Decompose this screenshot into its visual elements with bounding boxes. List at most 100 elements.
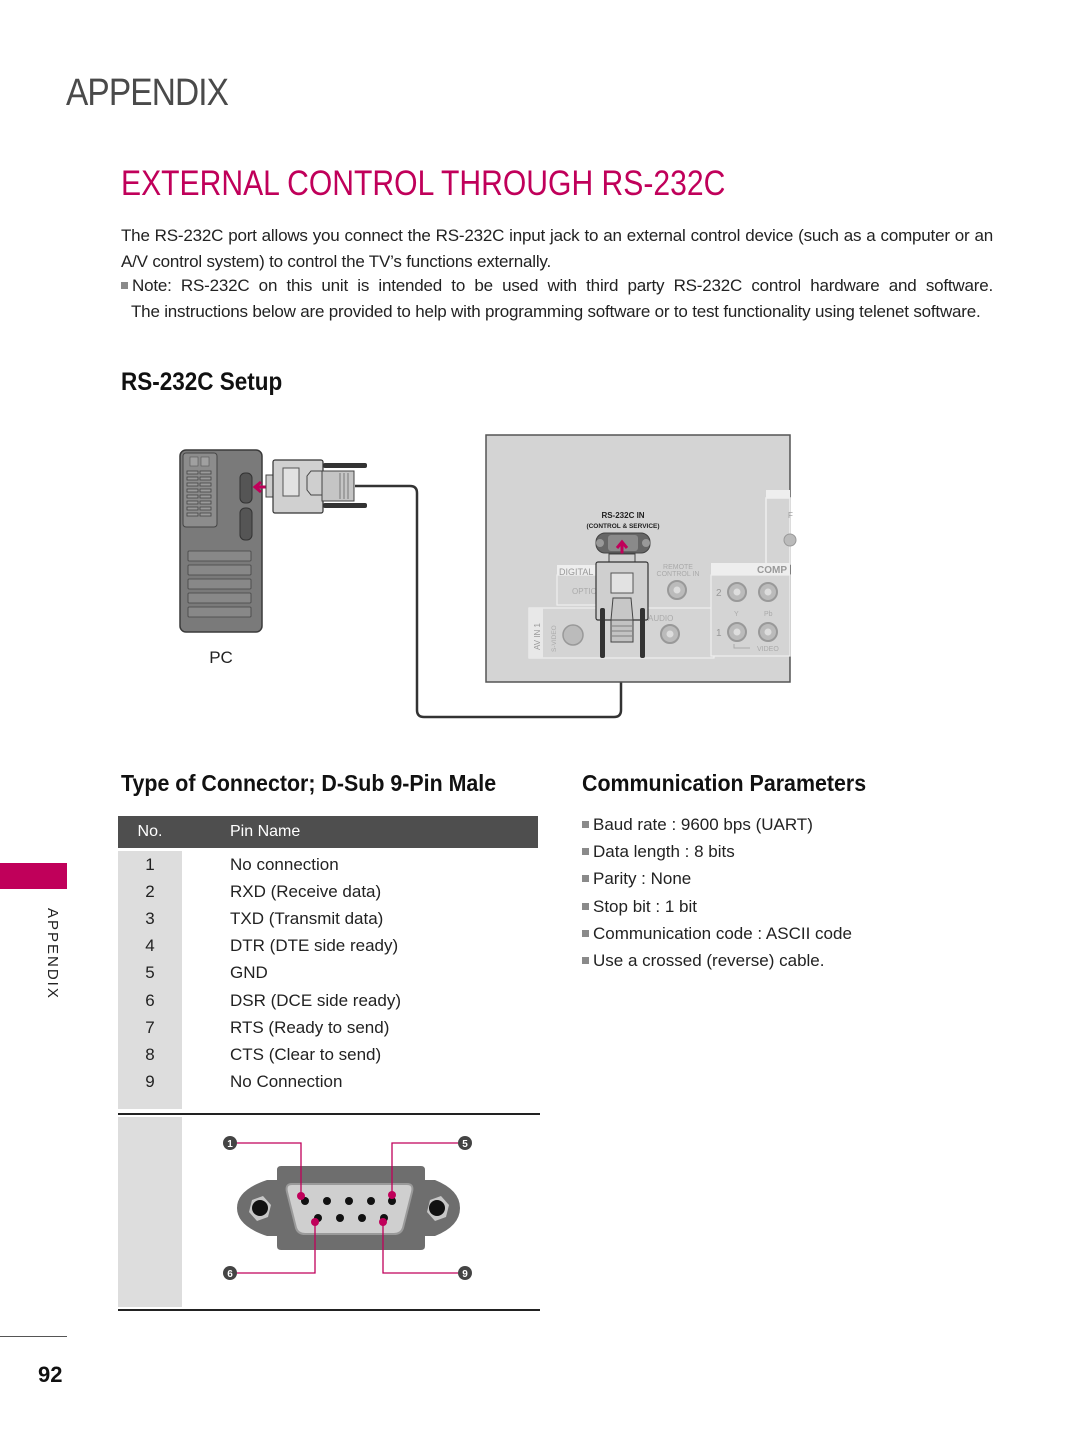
- bullet-square-icon: [582, 875, 589, 883]
- list-item: Use a crossed (reverse) cable.: [582, 947, 852, 974]
- note-text: Note: RS-232C on this unit is intended t…: [132, 276, 993, 295]
- table-body: 1 No connection 2 RXD (Receive data) 3 TXD …: [118, 851, 538, 1109]
- screw-hole-icon: [429, 1200, 445, 1216]
- callout-badge-9: 9: [458, 1266, 472, 1280]
- callout-number: 5: [462, 1139, 468, 1150]
- table-header: No. Pin Name: [118, 816, 538, 848]
- param-text: Baud rate : 9600 bps (UART): [593, 815, 813, 834]
- table-divider: [118, 1113, 540, 1115]
- callout-badge-1: 1: [223, 1136, 237, 1150]
- table-row: 8 CTS (Clear to send): [118, 1041, 538, 1068]
- connector-diagram-row: 1 5 6 9: [118, 1117, 540, 1307]
- remote-sublabel: CONTROL IN: [657, 571, 700, 578]
- note-block: Note: RS-232C on this unit is intended t…: [121, 273, 993, 325]
- pc-label: PC: [209, 648, 233, 667]
- digital-label: DIGITAL: [559, 567, 593, 577]
- callout-badge-6: 6: [223, 1266, 237, 1280]
- table-row: 7 RTS (Ready to send): [118, 1014, 538, 1041]
- note-line-2: The instructions below are provided to h…: [131, 302, 981, 321]
- pb-label: Pb: [764, 611, 773, 618]
- param-text: Parity : None: [593, 869, 692, 889]
- bullet-square-icon: [582, 902, 589, 910]
- bullet-square-icon: [582, 821, 589, 828]
- pin-4: [367, 1197, 375, 1205]
- video-label: VIDEO: [757, 646, 779, 653]
- input-2-label: 2: [716, 588, 722, 599]
- pin-number: 6: [145, 990, 155, 1010]
- list-item: Baud rate : 9600 bps (UART): [582, 811, 852, 838]
- list-item: Communication code : ASCII code: [582, 920, 852, 947]
- param-text: Data length : 8 bits: [593, 842, 735, 862]
- communication-parameters-list: Baud rate : 9600 bps (UART) Data length …: [582, 811, 852, 974]
- intro-paragraph: The RS-232C port allows you connect the …: [121, 226, 993, 271]
- pin-7: [336, 1214, 344, 1222]
- pin-name: CTS (Clear to send): [230, 1044, 382, 1064]
- input-1-label: 1: [716, 628, 722, 639]
- page-number: 92: [38, 1362, 63, 1387]
- pin-number: 2: [145, 881, 155, 901]
- table-row: 3 TXD (Transmit data): [118, 905, 538, 932]
- pin-number: 7: [145, 1017, 155, 1037]
- remote-label: REMOTE: [663, 564, 693, 571]
- s-video-label: S-VIDEO: [551, 625, 558, 652]
- audio-label: AUDIO: [648, 614, 673, 623]
- column-header-pin-name: Pin Name: [230, 823, 301, 840]
- callout-badge-5: 5: [458, 1136, 472, 1150]
- param-text: Use a crossed (reverse) cable.: [593, 950, 825, 970]
- pin-name: RXD (Receive data): [230, 881, 382, 901]
- list-item: Stop bit : 1 bit: [582, 893, 852, 920]
- param-text: Communication code : ASCII code: [593, 923, 852, 943]
- table-bottom-rule: [118, 1309, 540, 1311]
- pin-number: 5: [145, 963, 155, 983]
- bullet-square-icon: [121, 282, 128, 289]
- table-row: 6 DSR (DCE side ready): [118, 987, 538, 1014]
- bullet-square-icon: [582, 956, 589, 964]
- pc-tower-icon: [179, 449, 263, 633]
- section-header: APPENDIX: [66, 72, 229, 114]
- callout-number: 1: [227, 1139, 233, 1150]
- pin-name: DTR (DTE side ready): [230, 936, 399, 956]
- list-item: Data length : 8 bits: [582, 838, 852, 865]
- optical-label: OPTIC: [572, 587, 597, 596]
- pin-2: [323, 1197, 331, 1205]
- pin-number: 9: [145, 1072, 155, 1092]
- table-row: 4 DTR (DTE side ready): [118, 933, 538, 960]
- pin-name: RTS (Ready to send): [230, 1017, 390, 1037]
- screw-hole-icon: [252, 1200, 268, 1216]
- column-header-no: No.: [137, 823, 163, 840]
- db9-plug-icon: [265, 459, 367, 514]
- db9-pinout-diagram: 1 5 6 9: [223, 1136, 472, 1280]
- pin-number: 8: [145, 1044, 155, 1064]
- table-row: 1 No connection: [118, 851, 538, 878]
- footer-divider: [0, 1336, 67, 1337]
- setup-heading: RS-232C Setup: [121, 368, 283, 396]
- rs232c-port-label: RS-232C IN: [601, 511, 644, 520]
- pin-table: No. Pin Name 1 No connection 2 RXD (Receiv…: [118, 816, 538, 1109]
- bullet-square-icon: [582, 929, 589, 937]
- list-item: Parity : None: [582, 865, 852, 892]
- page-title: EXTERNAL CONTROL THROUGH RS-232C: [121, 164, 726, 203]
- component-label: COMP: [757, 565, 787, 576]
- rs232c-port-sublabel: (CONTROL & SERVICE): [586, 523, 659, 530]
- svg-text:F: F: [788, 511, 793, 520]
- pin-name: TXD (Transmit data): [230, 908, 384, 928]
- db9-plug-icon: [595, 553, 649, 658]
- section-tab-marker: [0, 863, 67, 889]
- y-label: Y: [734, 611, 739, 618]
- callout-number: 9: [462, 1269, 468, 1280]
- table-row: 9 No Connection: [118, 1069, 538, 1096]
- setup-diagram: PC F RS-232C IN (CONTROL & SERVICE) DIGI…: [179, 434, 797, 719]
- table-row: 5 GND: [118, 960, 538, 987]
- pin-3: [345, 1197, 353, 1205]
- pin-name: No connection: [230, 854, 339, 874]
- bullet-square-icon: [582, 848, 589, 856]
- sidebar-section-label: APPENDIX: [44, 908, 61, 1000]
- note-line-1: Note: RS-232C on this unit is intended t…: [121, 273, 993, 299]
- communication-heading: Communication Parameters: [582, 770, 867, 796]
- pin-number: 1: [145, 854, 155, 874]
- pin-number: 3: [145, 908, 155, 928]
- pin-name: No Connection: [230, 1072, 343, 1092]
- table-row: 2 RXD (Receive data): [118, 878, 538, 905]
- callout-number: 6: [227, 1269, 233, 1280]
- av-in-label: AV IN 1: [533, 622, 542, 650]
